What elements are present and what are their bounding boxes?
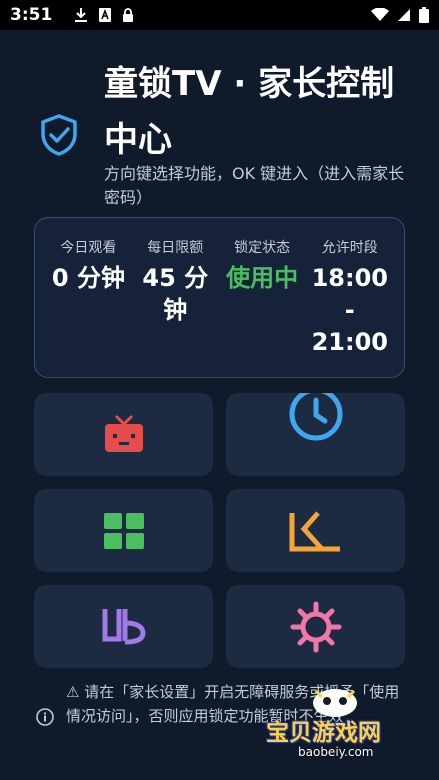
battery-icon (419, 7, 429, 23)
text-a-icon (98, 7, 112, 23)
tv-icon (103, 415, 145, 455)
stat-value: 使用中 (226, 264, 299, 292)
stat-value: 18:00 - 21:00 (311, 264, 388, 356)
info-icon (36, 708, 54, 726)
download-icon (74, 7, 88, 23)
tile-apps[interactable] (34, 489, 213, 572)
stat-lock-status: 锁定状态 使用中 (219, 218, 306, 377)
stat-label: 允许时段 (321, 240, 378, 256)
watermark-url: baobeiy.com (298, 745, 374, 759)
stat-label: 今日观看 (60, 240, 117, 256)
function-grid (34, 393, 405, 668)
shield-check-icon (40, 114, 78, 156)
stats-card: 今日观看 0 分钟 每日限额 45 分钟 锁定状态 使用中 允许时段 18:00… (34, 217, 405, 378)
watermark-text: 宝贝游戏网 (266, 720, 381, 746)
stat-label: 锁定状态 (234, 240, 291, 256)
gear-icon (289, 600, 343, 654)
tile-ub-app[interactable] (34, 585, 213, 668)
k-logo-icon (288, 509, 344, 553)
signal-icon (397, 8, 411, 22)
stat-value: 45 分钟 (142, 264, 209, 324)
page-title: 童锁TV · 家长控制中心 (104, 64, 395, 160)
tile-tv[interactable] (34, 393, 213, 476)
status-bar: 3:51 (0, 0, 439, 30)
ub-logo-icon (101, 605, 147, 649)
header: 童锁TV · 家长控制中心 方向键选择功能，OK 键进入（进入需家长密码） (0, 56, 439, 216)
tile-clock[interactable] (226, 393, 405, 476)
stat-value: 0 分钟 (51, 264, 125, 292)
stat-daily-limit: 每日限额 45 分钟 (132, 218, 219, 377)
clock-icon (286, 393, 346, 454)
stat-label: 每日限额 (147, 240, 204, 256)
tile-settings[interactable] (226, 585, 405, 668)
status-time: 3:51 (10, 5, 53, 25)
wifi-icon (371, 8, 389, 22)
tile-k-app[interactable] (226, 489, 405, 572)
page-subtitle: 方向键选择功能，OK 键进入（进入需家长密码） (104, 164, 405, 207)
stat-watched-today: 今日观看 0 分钟 (45, 218, 132, 377)
apps-grid-icon (103, 512, 144, 549)
lock-icon (122, 8, 134, 22)
watermark: 宝贝游戏网 baobeiy.com (262, 683, 412, 773)
stat-allowed-period: 允许时段 18:00 - 21:00 (306, 218, 394, 377)
